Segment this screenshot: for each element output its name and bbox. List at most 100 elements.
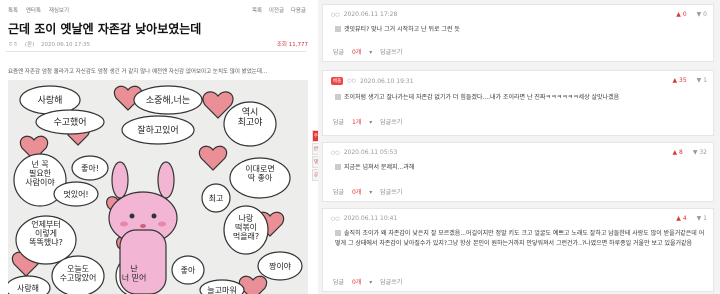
list-button[interactable]: 목록 bbox=[252, 8, 262, 14]
comment-votes: ▲ 35 ▼ 1 bbox=[672, 77, 707, 84]
reply-toggle[interactable]: 답글 0개 ▾ bbox=[333, 49, 372, 56]
best-comment-badge: 베플 bbox=[331, 77, 344, 85]
view-count: 조회 11,777 bbox=[276, 42, 308, 48]
bubble-text-line: 이렇게 bbox=[35, 228, 57, 238]
bubble-text: 소중해,너는 bbox=[146, 95, 190, 106]
comment-footer: 답글 0개 ▾ 답글쓰기 bbox=[333, 187, 408, 196]
bullet-icon bbox=[335, 94, 341, 100]
bubble-text-line: 최고야 bbox=[238, 117, 263, 128]
bubble-text-line: 필요한 bbox=[29, 168, 52, 178]
next-post-button[interactable]: 다음글 bbox=[291, 8, 306, 14]
post-panel: 톡톡 엔터톡 재심보기 목록 이전글 다음글 근데 조이 옛날엔 자존감 낮아보… bbox=[0, 0, 312, 294]
author-avatar-icon: ○○ bbox=[331, 11, 340, 18]
bubble-text: 잘하고있어 bbox=[137, 124, 178, 136]
comment-body: 솔직히 조이가 왜 자존감이 낮은지 잘 모르겠음...어길이지만 정말 키도 … bbox=[335, 230, 705, 247]
breadcrumb-item[interactable]: 톡톡 bbox=[8, 8, 18, 14]
dislike-button[interactable]: ▼ 32 bbox=[693, 149, 707, 156]
dislike-button[interactable]: ▼ 1 bbox=[697, 77, 707, 84]
reply-toggle[interactable]: 답글 1개 ▾ bbox=[333, 119, 372, 126]
divider bbox=[6, 51, 306, 52]
bubble-text-line: 똑똑했냐? bbox=[29, 237, 63, 247]
comment-header: ○○ 2020.06.11 10:41 bbox=[331, 215, 397, 222]
illustration-svg: 사랑해 소중해,너는 수고했어 잘하고있어 역시 최고야 넌 꼭 필요한 사람이야 좋… bbox=[8, 85, 303, 294]
like-count: 0 bbox=[682, 11, 687, 18]
dislike-button[interactable]: ▼ 0 bbox=[697, 11, 707, 18]
dislike-count: 1 bbox=[703, 77, 707, 84]
comment-date: 2020.06.11 17:28 bbox=[343, 11, 398, 18]
comment-text: 솔직히 조이가 왜 자존감이 낮은지 잘 모르겠음...어길이지만 정말 키도 … bbox=[335, 229, 707, 249]
like-count: 4 bbox=[682, 215, 687, 222]
post-date: 2020.06.10 17:35 bbox=[40, 42, 91, 48]
reply-count: 1개 bbox=[351, 119, 362, 126]
breadcrumb: 톡톡 엔터톡 재심보기 bbox=[8, 6, 75, 14]
bubble-text-line: 먹을래? bbox=[233, 231, 259, 241]
dislike-button[interactable]: ▼ 1 bbox=[697, 215, 707, 222]
like-count: 35 bbox=[679, 77, 687, 84]
author-avatar-icon: ○○ bbox=[331, 149, 340, 156]
breadcrumb-item[interactable]: 엔터톡 bbox=[26, 8, 41, 14]
bubble-text: 사랑해 bbox=[17, 283, 39, 293]
bubble-text: 짱이야 bbox=[269, 261, 292, 271]
write-reply-button[interactable]: 답글쓰기 bbox=[380, 189, 402, 196]
like-button[interactable]: ▲ 4 bbox=[676, 215, 686, 222]
post-illustration: 사랑해 소중해,너는 수고했어 잘하고있어 역시 최고야 넌 꼭 필요한 사람이야 좋… bbox=[8, 80, 308, 294]
post-type: (판) bbox=[24, 42, 35, 48]
comment-footer: 답글 1개 ▾ 답글쓰기 bbox=[333, 117, 408, 126]
comment-text: 조이처럼 생기고 잘나가는데 자존감 없기가 더 힘들겠다....내가 조이라면… bbox=[335, 93, 619, 103]
comment-body: 지금은 넘쳐서 문제지...과해 bbox=[344, 164, 415, 171]
bubble-text: 좋아 bbox=[181, 265, 196, 275]
reply-label: 답글 bbox=[333, 279, 345, 286]
bubble-text-line: 딱 좋아 bbox=[248, 172, 273, 182]
bubble-text-line: 사람이야 bbox=[25, 177, 55, 187]
reply-toggle[interactable]: 답글 0개 ▾ bbox=[333, 189, 372, 196]
comment-text: 갯잇뷰티? 맞나 그거 시작하고 난 뒤로 그런 듯 bbox=[335, 25, 460, 35]
bubble-text-line: 수고많았어 bbox=[60, 272, 97, 282]
comment-text: 지금은 넘쳐서 문제지...과해 bbox=[335, 163, 414, 173]
bubble-text: 이대로면 딱 좋아 bbox=[245, 164, 274, 183]
comment-date: 2020.06.11 05:53 bbox=[343, 149, 398, 156]
comment-card: 베플 ○○ 2020.06.10 19:31 ▲ 35 ▼ 1 조이처럼 생기고… bbox=[322, 70, 714, 136]
comment-footer: 답글 0개 ▾ 답글쓰기 bbox=[333, 47, 408, 56]
prev-post-button[interactable]: 이전글 bbox=[269, 8, 284, 14]
write-reply-button[interactable]: 답글쓰기 bbox=[380, 119, 402, 126]
post-actions: 목록 이전글 다음글 bbox=[247, 6, 306, 14]
comment-footer: 답글 0개 ▾ 답글쓰기 bbox=[333, 277, 408, 286]
comment-body: 갯잇뷰티? 맞나 그거 시작하고 난 뒤로 그런 듯 bbox=[344, 26, 460, 33]
comment-card: ○○ 2020.06.11 10:41 ▲ 4 ▼ 1 솔직히 조이가 왜 자존… bbox=[322, 208, 714, 292]
bubble-text: 멋있어! bbox=[63, 189, 88, 199]
reply-label: 답글 bbox=[333, 189, 345, 196]
reply-toggle[interactable]: 답글 0개 ▾ bbox=[333, 279, 372, 286]
reply-count: 0개 bbox=[351, 49, 362, 56]
comment-card: ○○ 2020.06.11 05:53 ▲ 8 ▼ 32 지금은 넘쳐서 문제지… bbox=[322, 142, 714, 202]
reply-label: 답글 bbox=[333, 119, 345, 126]
dislike-count: 1 bbox=[703, 215, 707, 222]
bullet-icon bbox=[335, 164, 341, 170]
comments-panel: ○○ 2020.06.11 17:28 ▲ 0 ▼ 0 갯잇뷰티? 맞나 그거 … bbox=[318, 0, 720, 294]
reply-count: 0개 bbox=[351, 279, 362, 286]
comment-votes: ▲ 4 ▼ 1 bbox=[676, 215, 707, 222]
author-avatar-icon: ○○ bbox=[347, 78, 357, 84]
bubble-text: 최고 bbox=[209, 193, 224, 203]
comment-date: 2020.06.11 10:41 bbox=[343, 215, 398, 222]
reply-label: 답글 bbox=[333, 49, 345, 56]
write-reply-button[interactable]: 답글쓰기 bbox=[380, 49, 402, 56]
bubble-text: 수고했어 bbox=[53, 116, 86, 128]
comment-votes: ▲ 8 ▼ 32 bbox=[672, 149, 707, 156]
post-title: 근데 조이 옛날엔 자존감 낮아보였는데 bbox=[8, 22, 202, 36]
comment-header: ○○ 2020.06.11 05:53 bbox=[331, 149, 397, 156]
bubble-text-line: 너 믿어 bbox=[122, 272, 147, 282]
write-reply-button[interactable]: 답글쓰기 bbox=[380, 279, 402, 286]
like-button[interactable]: ▲ 0 bbox=[676, 11, 686, 18]
breadcrumb-item[interactable]: 재심보기 bbox=[49, 8, 69, 14]
reply-count: 0개 bbox=[351, 189, 362, 196]
post-meta: ㅎㅎ (판) 2020.06.10 17:35 bbox=[8, 40, 95, 48]
like-button[interactable]: ▲ 8 bbox=[672, 149, 682, 156]
post-author: ㅎㅎ bbox=[8, 42, 19, 48]
like-button[interactable]: ▲ 35 bbox=[672, 77, 686, 84]
bubble-text: 좋아! bbox=[81, 163, 99, 173]
bullet-icon bbox=[335, 26, 341, 32]
comment-body: 조이처럼 생기고 잘나가는데 자존감 없기가 더 힘들겠다....내가 조이라면… bbox=[344, 94, 620, 101]
bubble-text: 늘고마워 bbox=[207, 286, 236, 294]
author-avatar-icon: ○○ bbox=[331, 215, 340, 222]
bullet-icon bbox=[335, 230, 341, 236]
